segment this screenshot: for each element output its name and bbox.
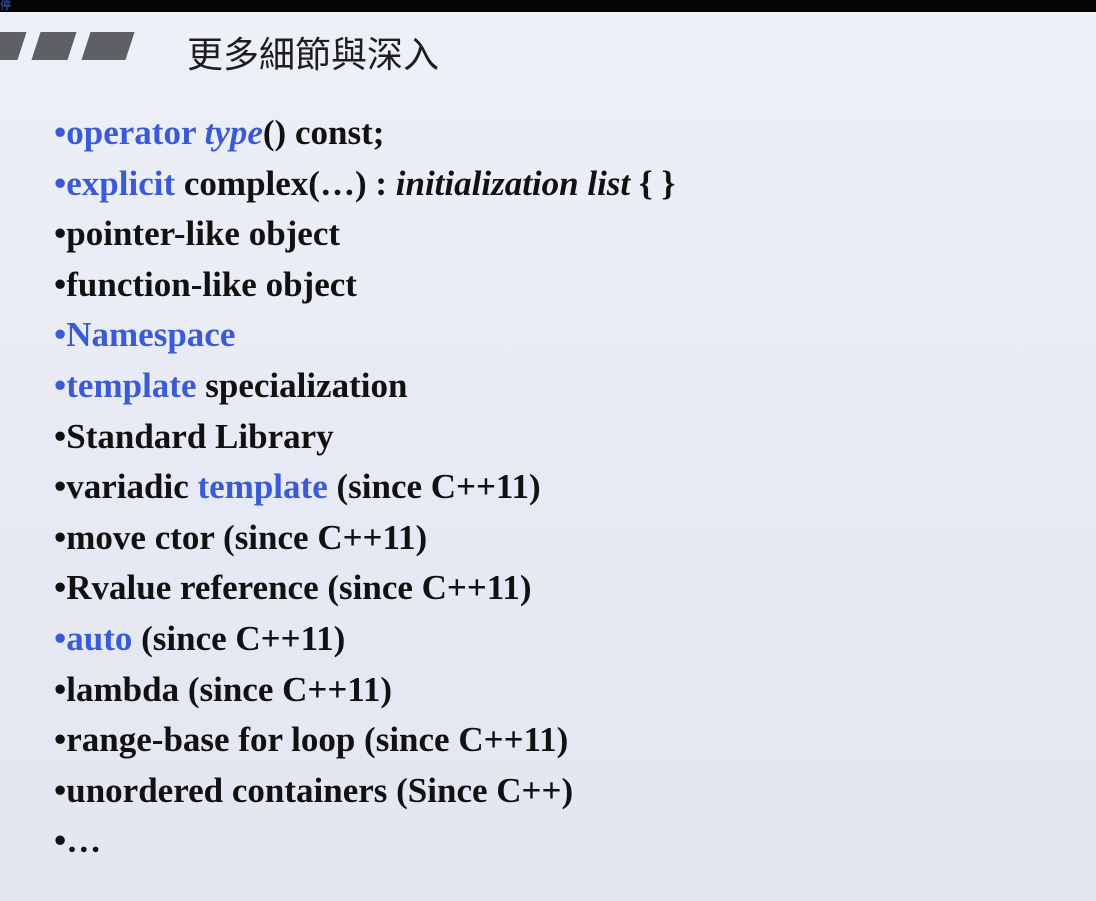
list-item-text: •operator <box>54 113 205 152</box>
list-item: •… <box>54 816 675 867</box>
list-item-text: type <box>204 113 263 152</box>
list-item-text: •variadic <box>54 467 198 507</box>
top-bar: 停 <box>0 0 1096 12</box>
list-item: •template specialization <box>54 361 675 412</box>
list-item-text: •… <box>54 821 102 861</box>
list-item-text: •range-base for loop (since C++11) <box>54 720 569 760</box>
list-item-text: •auto <box>54 618 133 658</box>
list-item: •function-like object <box>54 260 675 311</box>
video-frame: 停 更多細節與深入 •operator type() const; •explic… <box>0 0 1096 901</box>
topic-list: •operator type() const; •explicit complex… <box>54 108 675 867</box>
title-decoration-bar <box>0 32 27 60</box>
list-item: •variadic template (since C++11) <box>54 462 675 513</box>
list-item-text: •Standard Library <box>54 416 334 456</box>
list-item: •Namespace <box>54 310 675 361</box>
list-item-text: initialization list <box>395 163 631 203</box>
list-item-text: •function-like object <box>54 264 357 304</box>
list-item-text: (since C++11) <box>327 467 541 507</box>
list-item-text: { } <box>630 163 676 203</box>
list-item: •explicit complex(…) : initialization li… <box>54 159 675 210</box>
list-item: •operator type() const; <box>54 108 675 159</box>
list-item-text: •pointer-like object <box>54 214 341 254</box>
list-item-text: •explicit <box>54 163 176 203</box>
list-item: •Standard Library <box>54 412 675 463</box>
list-item: •Rvalue reference (since C++11) <box>54 563 675 614</box>
list-item: •range-base for loop (since C++11) <box>54 715 675 766</box>
list-item-text: •Namespace <box>54 315 236 355</box>
title-decoration-bar <box>31 32 77 60</box>
slide: 更多細節與深入 •operator type() const; •explicit… <box>0 12 1096 901</box>
list-item-text: specialization <box>196 365 408 405</box>
list-item-text: template <box>197 467 328 507</box>
list-item: •unordered containers (Since C++) <box>54 766 675 817</box>
slide-title: 更多細節與深入 <box>187 35 440 76</box>
list-item: •pointer-like object <box>54 209 675 260</box>
list-item-text: (since C++11) <box>132 618 346 658</box>
list-item: •move ctor (since C++11) <box>54 513 675 564</box>
list-item-text: () const; <box>262 113 385 152</box>
list-item-text: •unordered containers (Since C++) <box>54 770 574 810</box>
title-decoration-bar <box>81 32 135 60</box>
list-item-text: •Rvalue reference (since C++11) <box>54 568 532 608</box>
corner-glyph: 停 <box>0 0 11 12</box>
list-item-text: •lambda (since C++11) <box>54 669 392 709</box>
list-item-text: •template <box>54 365 197 405</box>
list-item: •auto (since C++11) <box>54 614 675 665</box>
list-item-text: complex(…) : <box>175 163 396 203</box>
list-item: •lambda (since C++11) <box>54 665 675 716</box>
list-item-text: •move ctor (since C++11) <box>54 517 428 557</box>
